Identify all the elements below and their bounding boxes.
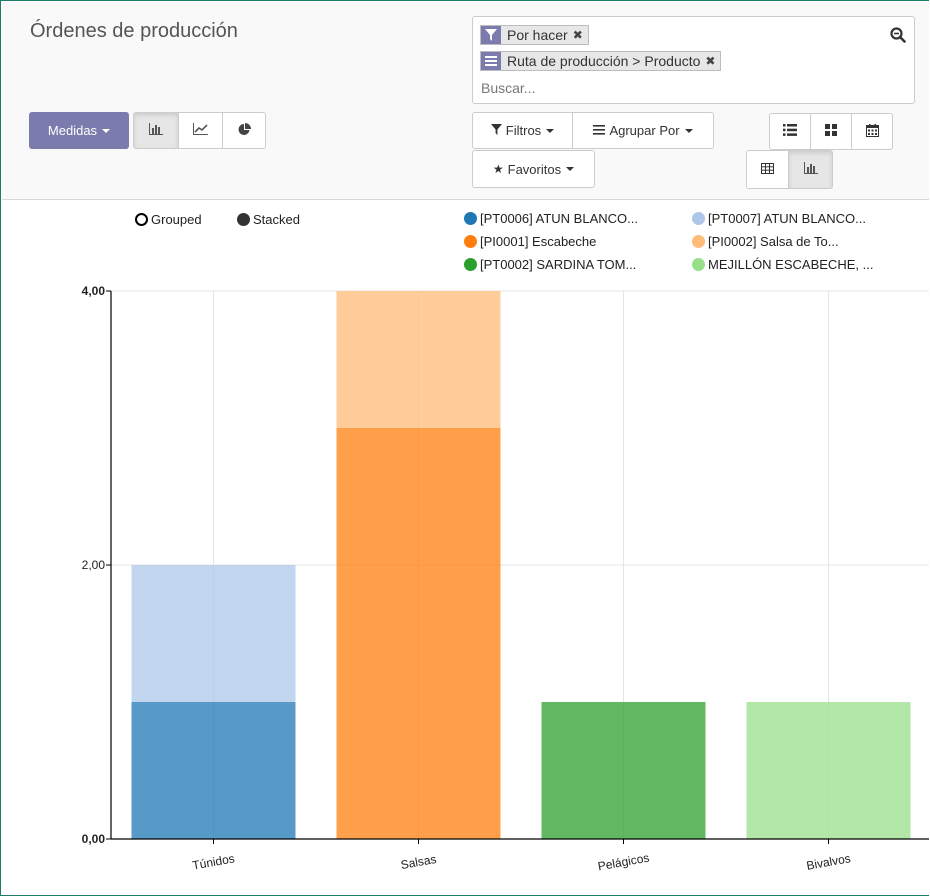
bar [336, 428, 501, 839]
graph-view: Órdenes de producción Por hacer ✖ Ruta d… [0, 0, 929, 896]
bar [336, 291, 501, 428]
bar [541, 702, 706, 839]
y-tick-label: 4,00 [82, 284, 106, 298]
x-tick-label: Túnidos [191, 851, 235, 872]
bar [746, 702, 911, 839]
y-tick-label: 0,00 [82, 832, 106, 846]
bar-chart: 0,00 2,00 4,00 Túnidos Salsas Pelágicos Bivalv… [82, 284, 929, 874]
x-tick-label: Bivalvos [805, 851, 851, 873]
bar [131, 565, 296, 702]
y-tick-label: 2,00 [82, 558, 106, 572]
x-tick-label: Pelágicos [597, 851, 651, 874]
x-tick-label: Salsas [400, 852, 438, 872]
bar [131, 702, 296, 839]
